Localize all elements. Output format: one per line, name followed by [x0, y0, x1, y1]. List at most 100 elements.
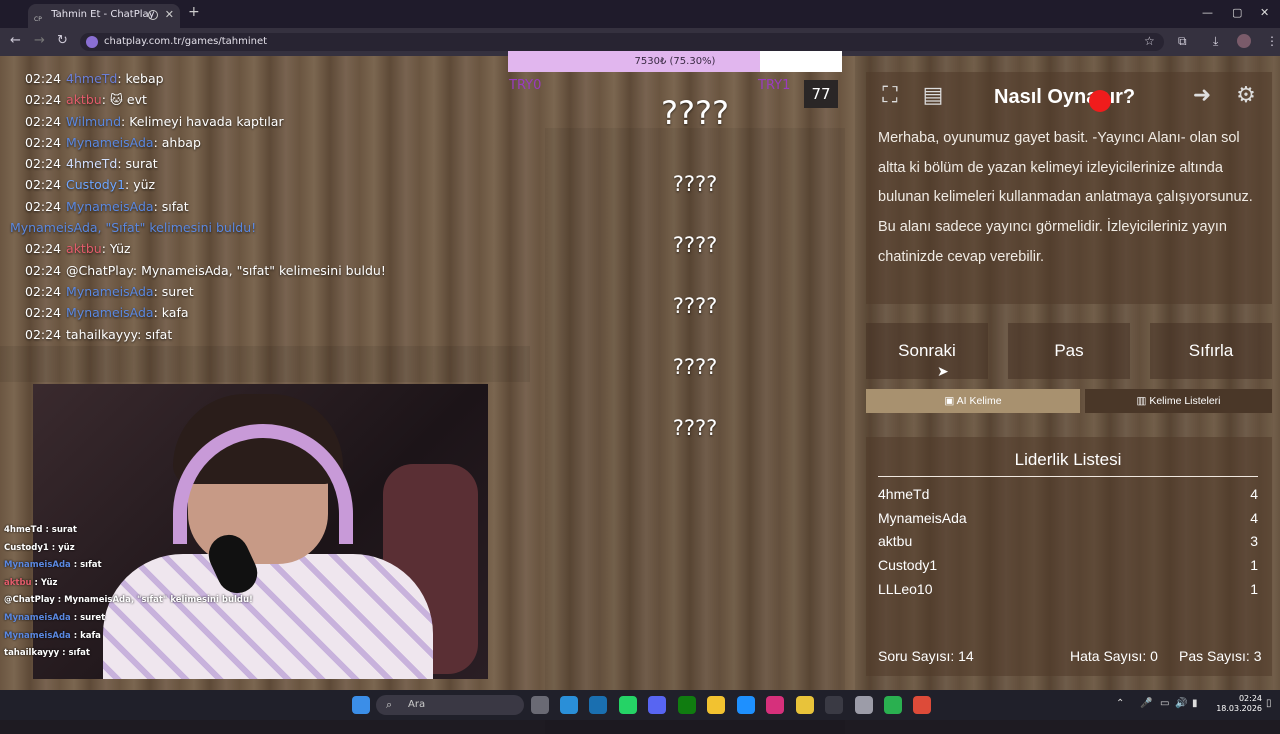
- mic-tray-icon[interactable]: 🎤: [1140, 698, 1152, 709]
- whatsapp-icon[interactable]: [619, 696, 637, 714]
- leaderboard-row: LLLeo10 1: [878, 581, 1258, 605]
- chrome-active-icon[interactable]: [913, 696, 931, 714]
- app-icon[interactable]: [884, 696, 902, 714]
- browser-tab[interactable]: CP Tahmin Et - ChatPlay ✕: [28, 4, 180, 28]
- leaderboard-name: LLLeo10: [878, 580, 933, 597]
- chat-username[interactable]: tahailkayyy: [66, 327, 137, 342]
- chat-username[interactable]: MynameisAda: [66, 284, 154, 299]
- overlay-text: : Yüz: [31, 577, 58, 588]
- overlay-chat-line: MynameisAda : sıfat: [4, 557, 364, 575]
- chat-timestamp: 02:24: [25, 283, 62, 299]
- taskbar-clock[interactable]: 02:24 18.03.2026: [1210, 694, 1262, 714]
- battery-icon[interactable]: ▮: [1192, 698, 1198, 709]
- download-icon[interactable]: ⤓: [1213, 34, 1218, 49]
- chat-message: 02:24 MynameisAda: ahbap: [10, 132, 522, 153]
- question-count: Soru Sayısı: 14: [878, 648, 974, 664]
- chrome-icon[interactable]: [796, 696, 814, 714]
- leaderboard-row: MynameisAda 4: [878, 510, 1258, 534]
- overlay-username: MynameisAda: [4, 630, 71, 641]
- notes-icon[interactable]: ▤: [917, 80, 949, 112]
- chat-timestamp: 02:24: [25, 71, 62, 86]
- windows-start-icon[interactable]: [352, 696, 370, 714]
- close-tab-icon[interactable]: ✕: [165, 4, 174, 26]
- forward-icon[interactable]: →: [34, 33, 45, 48]
- reload-icon[interactable]: ↻: [57, 33, 68, 48]
- maximize-icon[interactable]: ▢: [1232, 6, 1242, 19]
- leaderboard-score: 1: [1250, 557, 1258, 574]
- menu-icon[interactable]: ⋮: [1266, 34, 1278, 48]
- tab-ai-label: AI Kelime: [956, 395, 1002, 407]
- tab-ai-word[interactable]: ▣ AI Kelime: [866, 389, 1080, 413]
- pass-button[interactable]: Pas: [1008, 323, 1130, 379]
- chat-text: : yüz: [125, 177, 156, 193]
- tab-word-lists[interactable]: ▥ Kelime Listeleri: [1085, 389, 1272, 413]
- chat-username[interactable]: 4hmeTd: [66, 71, 117, 86]
- discord-icon[interactable]: [648, 696, 666, 714]
- taskbar-search[interactable]: ⌕ Ara: [376, 695, 524, 715]
- network-icon[interactable]: ▭: [1160, 698, 1169, 709]
- leaderboard-row: aktbu 3: [878, 533, 1258, 557]
- chat-text: : surat: [117, 156, 158, 172]
- hidden-word: ????: [672, 416, 718, 440]
- chat-username[interactable]: MynameisAda: [66, 135, 154, 150]
- new-tab-icon[interactable]: +: [188, 4, 200, 20]
- chat-username[interactable]: Wilmund: [66, 114, 121, 129]
- chat-username[interactable]: MynameisAda: [66, 305, 154, 320]
- recording-dot: [1089, 90, 1111, 112]
- task-view-icon[interactable]: [531, 696, 549, 714]
- instagram-icon[interactable]: [766, 696, 784, 714]
- try-left-label: TRY0: [509, 78, 542, 93]
- hidden-word: ????: [672, 294, 718, 318]
- chat-text: : Yüz: [101, 241, 131, 257]
- app-icon[interactable]: [855, 696, 873, 714]
- xbox-icon[interactable]: [678, 696, 696, 714]
- exit-icon[interactable]: ➜: [1186, 80, 1218, 112]
- chat-username[interactable]: @ChatPlay: [66, 263, 133, 278]
- chat-username[interactable]: 4hmeTd: [66, 156, 117, 171]
- hidden-word: ????: [672, 355, 718, 379]
- overlay-chat-line: 4hmeTd : surat: [4, 522, 364, 540]
- overlay-username: tahailkayyy: [4, 648, 60, 659]
- chat-text: : 🐱 evt: [101, 92, 147, 108]
- overlay-text: : sıfat: [70, 560, 102, 571]
- edge-icon[interactable]: [560, 696, 578, 714]
- reset-button[interactable]: Sıfırla: [1150, 323, 1272, 379]
- volume-icon[interactable]: 🔊: [1175, 698, 1187, 709]
- profile-avatar[interactable]: [1237, 34, 1251, 48]
- chat-username[interactable]: aktbu: [66, 92, 102, 107]
- leaderboard-name: MynameisAda: [878, 509, 967, 526]
- overlay-chat-line: MynameisAda : kafa: [4, 628, 364, 646]
- recording-icon: [148, 10, 158, 20]
- leaderboard-score: 3: [1250, 533, 1258, 550]
- file-explorer-icon[interactable]: [707, 696, 725, 714]
- back-icon[interactable]: ←: [10, 33, 21, 48]
- address-bar[interactable]: chatplay.com.tr/games/tahminet: [80, 33, 1164, 51]
- fullscreen-icon[interactable]: ⛶: [874, 80, 906, 112]
- chat-username[interactable]: Custody1: [66, 177, 125, 192]
- obs-icon[interactable]: [825, 696, 843, 714]
- overlay-username: MynameisAda: [4, 560, 71, 571]
- next-button[interactable]: Sonraki: [866, 323, 988, 379]
- progress-text: 7530₺ (75.30%): [634, 56, 716, 67]
- url-text: chatplay.com.tr/games/tahminet: [104, 36, 268, 47]
- chat-username[interactable]: aktbu: [66, 241, 102, 256]
- bookmark-star-icon[interactable]: ☆: [1144, 34, 1155, 48]
- site-info-icon[interactable]: [86, 36, 98, 48]
- overlay-username: aktbu: [4, 577, 32, 588]
- chat-timestamp: 02:24: [25, 156, 62, 172]
- overlay-username: 4hmeTd: [4, 525, 43, 535]
- gear-icon[interactable]: ⚙: [1230, 80, 1262, 112]
- chat-username[interactable]: MynameisAda: [66, 199, 154, 214]
- chat-text: : sıfat: [153, 198, 189, 214]
- notifications-icon[interactable]: ▯: [1266, 698, 1272, 709]
- close-window-icon[interactable]: ✕: [1260, 6, 1269, 19]
- browser-icon[interactable]: [737, 696, 755, 714]
- minimize-icon[interactable]: —: [1202, 6, 1213, 19]
- chat-message: 02:24 tahailkayyy: sıfat: [10, 324, 522, 345]
- chat-timestamp: 02:24: [25, 262, 62, 278]
- steam-icon[interactable]: [589, 696, 607, 714]
- tray-chevron-icon[interactable]: ⌃: [1116, 698, 1124, 709]
- chat-text: MynameisAda, "Sıfat" kelimesini buldu!: [10, 220, 257, 236]
- overlay-chat-line: @ChatPlay : MynameisAda, "sıfat" kelimes…: [4, 592, 364, 610]
- extensions-icon[interactable]: ⧉: [1178, 34, 1187, 49]
